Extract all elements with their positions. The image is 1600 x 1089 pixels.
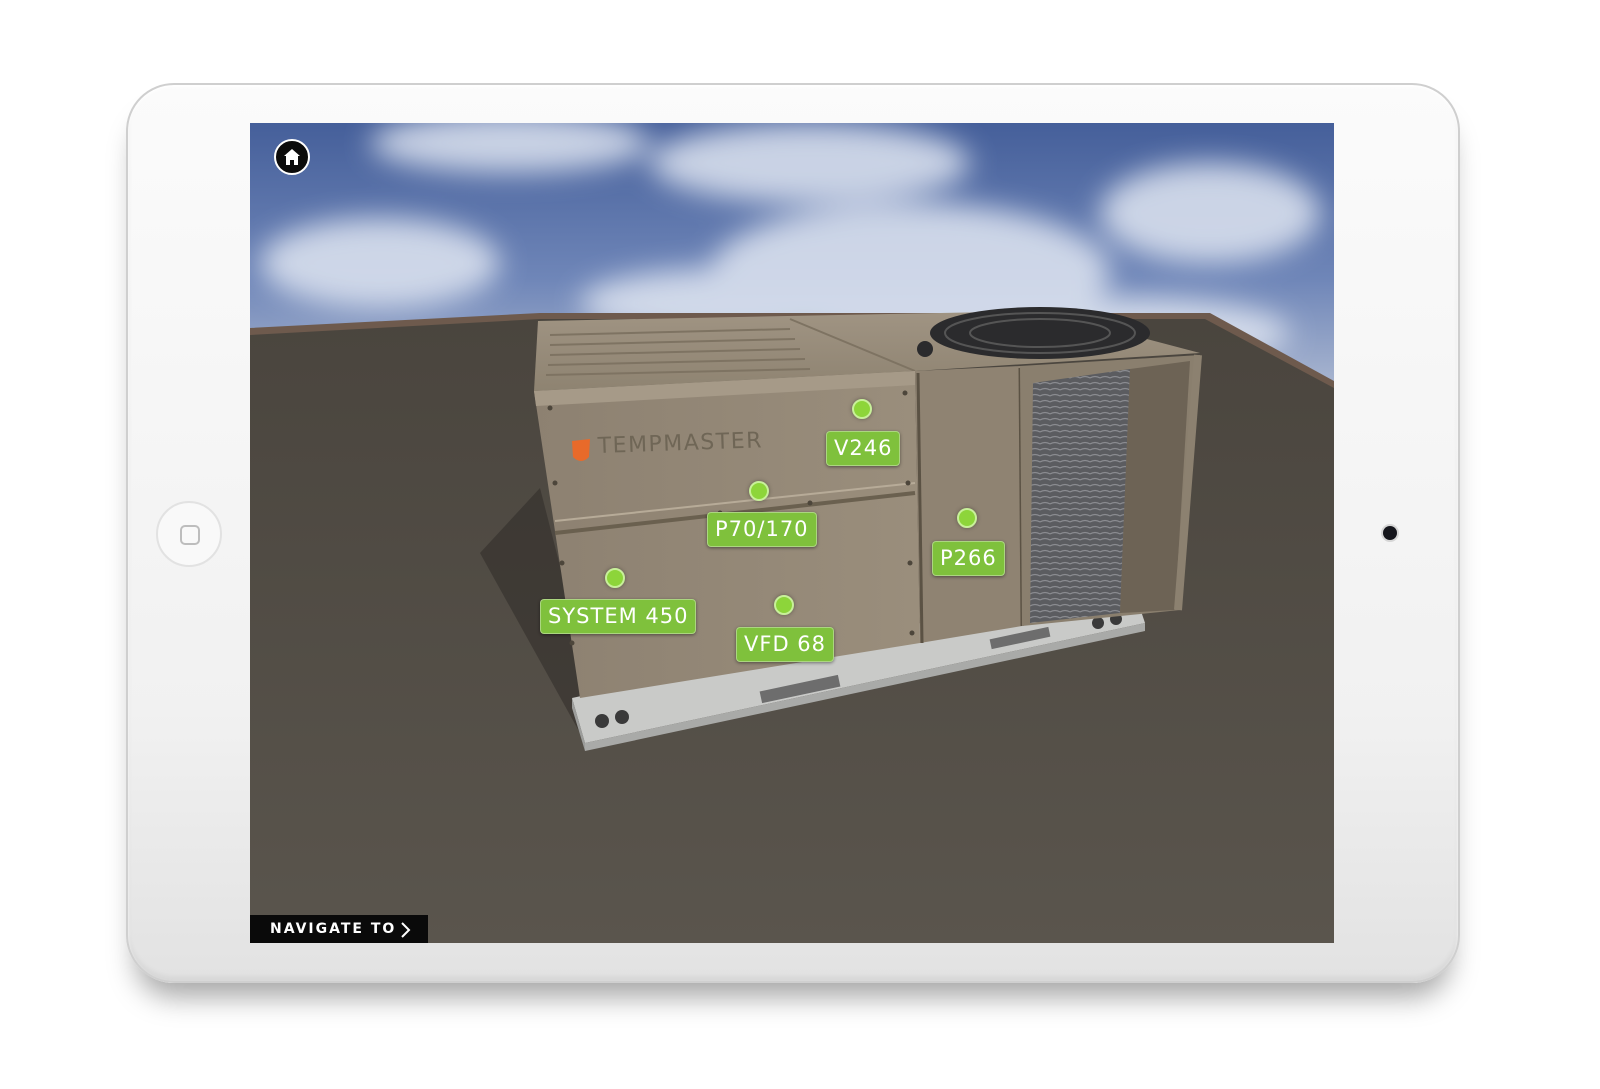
hotspot-label-v246[interactable]: V246	[826, 431, 901, 466]
hotspot-dot-system-450[interactable]	[605, 568, 625, 588]
home-button[interactable]	[274, 139, 310, 175]
hotspot-dot-vfd-68[interactable]	[774, 595, 794, 615]
device-home-button[interactable]	[156, 501, 222, 567]
hotspot-label-p70-170[interactable]: P70/170	[707, 512, 817, 547]
hotspot-label-system-450[interactable]: SYSTEM 450	[540, 599, 697, 634]
navigate-to-button[interactable]: NAVIGATE TO	[250, 915, 428, 943]
hotspot-label-vfd-68[interactable]: VFD 68	[736, 627, 835, 662]
home-icon	[284, 149, 300, 165]
camera-icon	[1383, 526, 1397, 540]
hotspot-dot-v246[interactable]	[852, 399, 872, 419]
hotspot-label-p266[interactable]: P266	[932, 541, 1005, 576]
app-screen: TEMPMASTER V246 P70/170 P266 SYSTEM 450 …	[250, 123, 1334, 943]
hotspot-dot-p70-170[interactable]	[749, 481, 769, 501]
hotspot-dot-p266[interactable]	[957, 508, 977, 528]
navigate-to-label: NAVIGATE TO	[270, 921, 397, 937]
chevron-right-icon	[401, 922, 411, 938]
